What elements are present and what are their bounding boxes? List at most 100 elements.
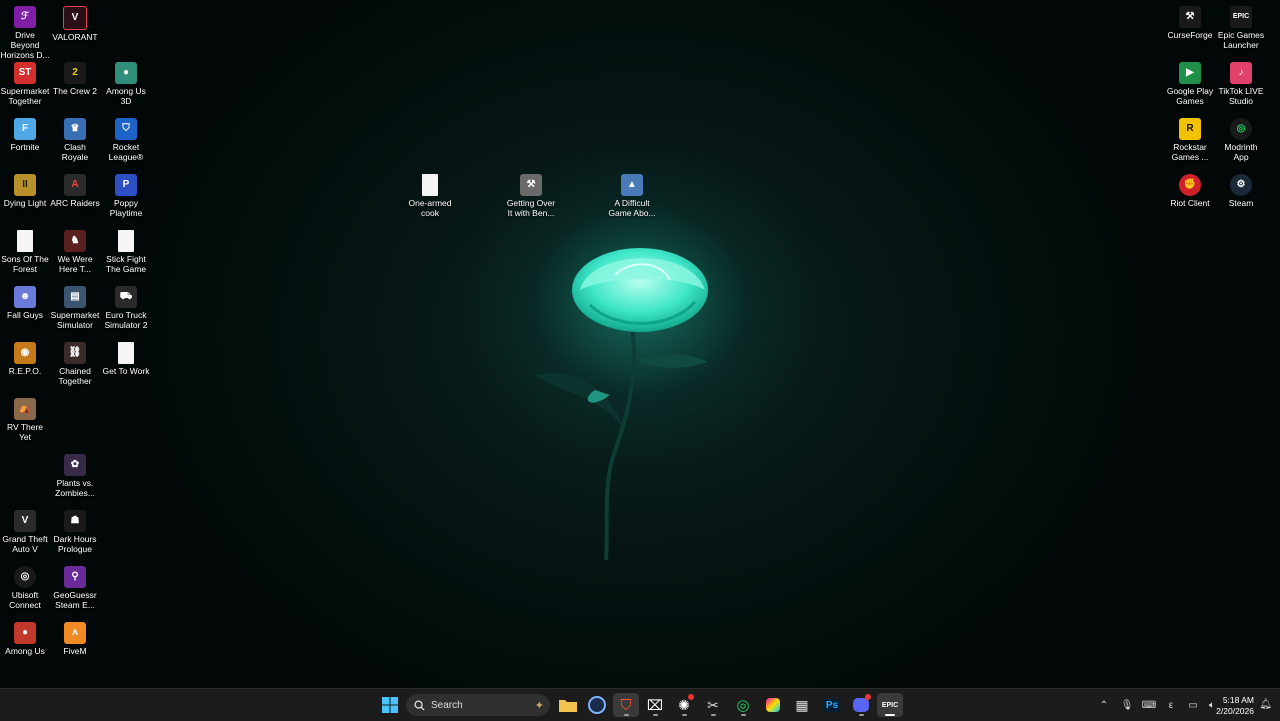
desktop-icon-supermarket-together[interactable]: ST Supermarket Together: [0, 60, 50, 116]
network-icon[interactable]: ▭: [1182, 700, 1204, 711]
taskbar-photos[interactable]: [760, 693, 786, 717]
running-indicator: [859, 714, 864, 716]
desktop-icon-riot-client[interactable]: ✊ Riot Client: [1165, 172, 1215, 228]
desktop-icon-rockstar-games[interactable]: R Rockstar Games ...: [1165, 116, 1215, 172]
desktop-icon-rocket-league[interactable]: ⛉ Rocket League®: [101, 116, 151, 172]
desktop-icon-arc-raiders[interactable]: A ARC Raiders: [50, 172, 100, 228]
running-indicator: [624, 714, 629, 716]
taskbar-capcut[interactable]: ⌧: [642, 693, 668, 717]
desktop-icon-dark-hours[interactable]: ☗ Dark Hours Prologue: [50, 508, 100, 564]
desktop-icon-gta-v[interactable]: V Grand Theft Auto V: [0, 508, 50, 564]
desktop-icon-fortnite[interactable]: F Fortnite: [0, 116, 50, 172]
desktop-icon-getting-over-it[interactable]: ⚒ Getting Over It with Ben...: [506, 172, 556, 228]
desktop-icon-poppy-playtime[interactable]: P Poppy Playtime: [101, 172, 151, 228]
desktop-icon-among-us-3d[interactable]: ● Among Us 3D: [101, 60, 151, 116]
desktop-icon-a-difficult-game[interactable]: ▲ A Difficult Game Abo...: [607, 172, 657, 228]
desktop-icon-we-were-here[interactable]: ♞ We Were Here T...: [50, 228, 100, 284]
taskbar-epic-games[interactable]: EPIC: [877, 693, 903, 717]
taskbar-snipping-tool[interactable]: ✂: [700, 693, 726, 717]
photos-icon: [766, 698, 780, 712]
icon-label: FiveM: [63, 646, 87, 656]
get-to-work-icon: [118, 342, 134, 364]
desktop-icon-clash-royale[interactable]: ♛ Clash Royale: [50, 116, 100, 172]
chained-together-icon: ⛓: [64, 342, 86, 364]
desktop-icon-geoguessr[interactable]: ⚲ GeoGuessr Steam E...: [50, 564, 100, 620]
icon-label: Plants vs. Zombies...: [55, 478, 95, 498]
desktop-icon-rv-there-yet[interactable]: ⛺ RV There Yet: [0, 396, 50, 452]
desktop-icon-repo[interactable]: ◉ R.E.P.O.: [0, 340, 50, 396]
icon-label: Supermarket Simulator: [50, 310, 100, 330]
start-button[interactable]: [377, 693, 403, 717]
calculator-icon: ▦: [795, 696, 809, 713]
valorant-icon: V: [63, 6, 87, 30]
desktop-icon-stick-fight[interactable]: Stick Fight The Game: [101, 228, 151, 284]
taskbar-photoshop[interactable]: Ps: [819, 693, 845, 717]
desktop-icon-get-to-work[interactable]: Get To Work: [101, 340, 151, 396]
icon-label: Modrinth App: [1224, 142, 1258, 162]
epic-games-launcher-icon: EPIC: [1230, 6, 1252, 28]
euro-truck-simulator-icon: ⛟: [115, 286, 137, 308]
desktop-icon-steam[interactable]: ⚙ Steam: [1216, 172, 1266, 228]
icon-label: Epic Games Launcher: [1217, 30, 1265, 50]
desktop-icon-tiktok-live-studio[interactable]: ♪ TikTok LIVE Studio: [1216, 60, 1266, 116]
icon-label: Getting Over It with Ben...: [506, 198, 556, 218]
taskbar-discord[interactable]: [848, 693, 874, 717]
icon-label: RV There Yet: [6, 422, 44, 442]
desktop-icon-ubisoft-connect[interactable]: ◎ Ubisoft Connect: [0, 564, 50, 620]
taskbar-chatgpt[interactable]: ✺: [671, 693, 697, 717]
microphone-icon[interactable]: 🎙︎: [1116, 700, 1138, 711]
icon-label: The Crew 2: [53, 86, 97, 96]
icon-label: Among Us 3D: [106, 86, 146, 106]
epic-games-icon: EPIC: [881, 701, 899, 709]
desktop-icon-fall-guys[interactable]: ☻ Fall Guys: [0, 284, 50, 340]
riot-client-icon: ✊: [1179, 174, 1201, 196]
desktop-icon-plants-vs-zombies[interactable]: ✿ Plants vs. Zombies...: [50, 452, 100, 508]
sons-of-the-forest-icon: [17, 230, 33, 252]
desktop-icon-valorant[interactable]: V VALORANT: [50, 4, 100, 60]
show-hidden-icons-chevron-icon[interactable]: ⌃: [1096, 700, 1112, 711]
desktop-icon-modrinth-app[interactable]: ◎ Modrinth App: [1216, 116, 1266, 172]
system-tray: ⌃ 🎙︎ ⌨ ε ▭ 🔈︎: [1096, 689, 1220, 721]
icon-label: VALORANT: [52, 32, 98, 42]
clash-royale-icon: ♛: [64, 118, 86, 140]
taskbar: Search ✦ ⛉ ⌧ ✺ ✂ ◎ ▦ Ps EPIC ⌃ 🎙︎ ⌨ ε ▭ …: [0, 688, 1280, 721]
icon-label: R.E.P.O.: [8, 366, 42, 376]
taskbar-calculator[interactable]: ▦: [789, 693, 815, 717]
icon-label: Fortnite: [10, 142, 40, 152]
taskbar-modrinth[interactable]: ◎: [730, 693, 756, 717]
running-indicator: [653, 714, 658, 716]
desktop-icon-fivem[interactable]: ʌ FiveM: [50, 620, 100, 676]
desktop-icon-curseforge[interactable]: ⚒ CurseForge: [1165, 4, 1215, 60]
taskbar-brave[interactable]: ⛉: [613, 693, 639, 717]
we-were-here-icon: ♞: [64, 230, 86, 252]
desktop-icon-google-play-games[interactable]: ▶ Google Play Games: [1165, 60, 1215, 116]
stick-fight-icon: [118, 230, 134, 252]
desktop-icon-euro-truck-simulator[interactable]: ⛟ Euro Truck Simulator 2: [101, 284, 151, 340]
notification-badge: [865, 694, 871, 700]
brave-lion-icon: ⛉: [620, 696, 632, 714]
desktop[interactable]: ℱ Drive Beyond Horizons D... V VALORANT …: [0, 0, 1280, 688]
taskbar-clock[interactable]: 5:18 AM 2/20/2026: [1216, 695, 1254, 717]
repo-icon: ◉: [14, 342, 36, 364]
fivem-icon: ʌ: [64, 622, 86, 644]
language-indicator[interactable]: ε: [1160, 700, 1182, 711]
clock-date: 2/20/2026: [1216, 706, 1254, 716]
icon-label: Clash Royale: [61, 142, 89, 162]
desktop-icon-among-us[interactable]: ● Among Us: [0, 620, 50, 676]
desktop-icon-drive-beyond-horizons[interactable]: ℱ Drive Beyond Horizons D...: [0, 4, 50, 60]
desktop-icon-epic-games-launcher[interactable]: EPIC Epic Games Launcher: [1216, 4, 1266, 60]
keyboard-icon[interactable]: ⌨: [1138, 700, 1160, 711]
desktop-icon-one-armed-cook[interactable]: One-armed cook: [405, 172, 455, 228]
taskbar-file-explorer[interactable]: [555, 693, 581, 717]
taskbar-search-box[interactable]: Search ✦: [406, 694, 550, 716]
icon-label: Rockstar Games ...: [1171, 142, 1209, 162]
desktop-icon-the-crew-2[interactable]: 2 The Crew 2: [50, 60, 100, 116]
desktop-icon-dying-light[interactable]: II Dying Light: [0, 172, 50, 228]
desktop-icon-sons-of-the-forest[interactable]: Sons Of The Forest: [0, 228, 50, 284]
notification-bell-icon[interactable]: 🔔︎: [1259, 699, 1272, 710]
icon-label: Sons Of The Forest: [1, 254, 49, 274]
desktop-icon-supermarket-simulator[interactable]: ▤ Supermarket Simulator: [50, 284, 100, 340]
folder-icon: [559, 700, 577, 712]
desktop-icon-chained-together[interactable]: ⛓ Chained Together: [50, 340, 100, 396]
taskbar-app-circle[interactable]: [584, 693, 610, 717]
